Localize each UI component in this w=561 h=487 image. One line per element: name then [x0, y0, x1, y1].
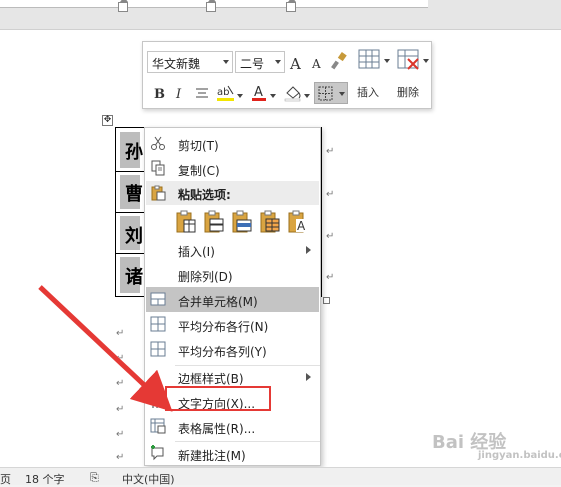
menu-item-distribute-rows[interactable]: 平均分布各行(N)	[146, 312, 319, 337]
horizontal-ruler[interactable]	[0, 0, 561, 30]
align-center-icon[interactable]	[195, 87, 209, 101]
highlight-annotation-box	[165, 386, 271, 411]
submenu-arrow-icon	[306, 373, 311, 381]
grow-font-button[interactable]: A	[290, 55, 301, 73]
menu-item-delete-column[interactable]: 删除列(D)	[146, 262, 319, 287]
menu-item-merge-cells[interactable]: 合并单元格(M)	[146, 287, 319, 312]
distribute-columns-icon	[150, 341, 166, 357]
new-comment-icon	[151, 445, 164, 461]
proofing-icon[interactable]: ⎘	[90, 471, 99, 485]
status-bar: 页 18 个字 ⎘ 中文(中国)	[0, 467, 561, 486]
menu-item-label: 边框样式(B)	[178, 372, 244, 386]
menu-item-distribute-columns[interactable]: 平均分布各列(Y)	[146, 337, 319, 362]
copy-icon	[151, 160, 165, 176]
svg-text:ab: ab	[217, 87, 229, 98]
svg-text:A: A	[297, 219, 306, 233]
menu-item-new-comment[interactable]: 新建批注(M)	[146, 441, 319, 466]
chevron-down-icon	[339, 92, 345, 96]
paragraph-mark: ↵	[116, 452, 125, 463]
paste-icon	[151, 185, 166, 201]
chevron-down-icon	[275, 60, 281, 64]
chevron-down-icon	[223, 60, 229, 64]
paste-insert-rows-icon[interactable]	[231, 209, 253, 235]
borders-button[interactable]	[314, 82, 348, 104]
chevron-down-icon[interactable]	[304, 94, 310, 98]
menu-item-label: 粘贴选项:	[178, 188, 231, 202]
chevron-down-icon[interactable]	[423, 59, 429, 63]
menu-item-label: 剪切(T)	[178, 139, 219, 153]
paragraph-mark: ↵	[116, 378, 125, 389]
insert-label[interactable]: 插入	[357, 84, 379, 100]
merge-cells-icon	[150, 292, 166, 306]
column-marker[interactable]	[286, 0, 296, 12]
font-size-value: 二号	[240, 57, 265, 71]
menu-item-label: 平均分布各行(N)	[178, 320, 269, 334]
font-color-icon[interactable]: A	[251, 84, 267, 102]
shading-icon[interactable]	[284, 84, 302, 102]
paragraph-mark: ↵	[116, 328, 125, 339]
watermark-sub: jingyan.baidu.com	[478, 450, 561, 461]
paste-options-header: 粘贴选项:	[146, 181, 319, 205]
paragraph-mark: ↵	[326, 272, 335, 283]
paste-nested-table-icon[interactable]	[175, 209, 197, 235]
table-move-handle[interactable]: ✥	[102, 115, 113, 126]
menu-item-label: 复制(C)	[178, 164, 220, 178]
paragraph-mark: ↵	[116, 429, 125, 440]
watermark-logo: Bai 经验 jingyan.baidu.com	[432, 428, 561, 461]
mini-toolbar: 华文新魏 二号 A A B I ab A 插入 删除	[142, 41, 432, 109]
menu-item-label: 删除列(D)	[178, 270, 233, 284]
table-cell-text[interactable]: 诸	[125, 263, 143, 289]
chevron-down-icon[interactable]	[237, 94, 243, 98]
bold-button[interactable]: B	[154, 87, 165, 102]
paragraph-mark: ↵	[326, 189, 335, 200]
table-resize-handle[interactable]	[323, 297, 330, 304]
column-marker[interactable]	[206, 0, 216, 12]
paragraph-mark: ↵	[116, 404, 125, 415]
paragraph-mark: ↵	[116, 353, 125, 364]
table-properties-icon	[150, 418, 166, 434]
menu-item-label: 平均分布各列(Y)	[178, 345, 267, 359]
menu-item-label: 新建批注(M)	[178, 449, 246, 463]
indent-marker[interactable]	[118, 0, 128, 12]
italic-button[interactable]: I	[176, 87, 181, 102]
menu-item-cut[interactable]: 剪切(T)	[146, 131, 319, 156]
text-direction-icon: A	[151, 395, 162, 408]
borders-icon	[318, 86, 333, 101]
distribute-rows-icon	[150, 316, 166, 332]
font-size-combo[interactable]: 二号	[235, 51, 285, 73]
highlight-color-icon[interactable]: ab	[216, 84, 236, 102]
paste-merge-table-icon[interactable]	[203, 209, 225, 235]
delete-label[interactable]: 删除	[397, 84, 419, 100]
menu-item-table-properties[interactable]: 表格属性(R)...	[146, 414, 319, 439]
paragraph-mark: ↵	[326, 231, 335, 242]
menu-item-label: 插入(I)	[178, 245, 215, 259]
paste-overwrite-cells-icon[interactable]	[259, 209, 281, 235]
paste-text-only-icon[interactable]: A	[287, 209, 309, 235]
insert-table-icon[interactable]	[357, 48, 383, 72]
chevron-down-icon[interactable]	[384, 59, 390, 63]
table-cell-text[interactable]: 曹	[125, 180, 143, 206]
menu-item-copy[interactable]: 复制(C)	[146, 156, 319, 181]
submenu-arrow-icon	[306, 246, 311, 254]
table-cell-text[interactable]: 孙	[125, 138, 143, 164]
delete-table-icon[interactable]	[396, 48, 422, 72]
menu-item-label: 合并单元格(M)	[178, 295, 258, 309]
chevron-down-icon[interactable]	[270, 94, 276, 98]
context-menu: 剪切(T) 复制(C) 粘贴选项: A 插入(I) 删除列(D) 合并单元格(M…	[144, 127, 321, 466]
menu-item-label: 表格属性(R)...	[178, 422, 256, 436]
format-painter-icon[interactable]	[331, 52, 347, 70]
font-name-combo[interactable]: 华文新魏	[147, 51, 233, 73]
font-name-value: 华文新魏	[152, 57, 201, 71]
scissors-icon	[151, 136, 165, 150]
shrink-font-button[interactable]: A	[312, 57, 321, 71]
table-cell-text[interactable]: 刘	[125, 222, 143, 248]
paragraph-mark: ↵	[326, 146, 335, 157]
svg-text:A: A	[254, 85, 263, 100]
menu-item-insert[interactable]: 插入(I)	[146, 237, 319, 262]
